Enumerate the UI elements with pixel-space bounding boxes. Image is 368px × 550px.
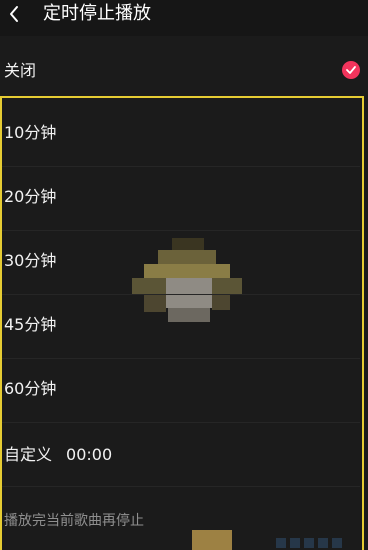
back-button[interactable] [0, 0, 28, 28]
page-title: 定时停止播放 [43, 3, 151, 24]
timer-option-10[interactable]: 10分钟 [2, 102, 360, 167]
stop-after-song-option[interactable]: 播放完当前歌曲再停止 [4, 511, 144, 531]
watermark [276, 536, 356, 550]
timer-option-custom[interactable]: 自定义 00:00 [2, 422, 360, 487]
timer-option-label: 60分钟 [4, 379, 57, 398]
custom-time-value: 00:00 [66, 445, 113, 464]
timer-stop-screen: 定时停止播放 关闭 10分钟 20分钟 30分钟 45分钟 60分钟 自定义 0… [0, 0, 368, 550]
timer-option-label: 10分钟 [4, 123, 57, 142]
timer-option-label: 30分钟 [4, 251, 57, 270]
check-circle-icon [342, 61, 360, 79]
timer-option-20[interactable]: 20分钟 [2, 166, 360, 231]
timer-option-30[interactable]: 30分钟 [2, 230, 360, 295]
timer-option-label: 20分钟 [4, 187, 57, 206]
timer-option-45[interactable]: 45分钟 [2, 294, 360, 359]
header-bar: 定时停止播放 [0, 0, 368, 36]
chevron-left-icon [10, 6, 18, 22]
close-option-label: 关闭 [4, 61, 37, 80]
custom-label: 自定义 [4, 445, 53, 464]
custom-option-label: 自定义 00:00 [4, 444, 112, 466]
pixelated-image-fragment [192, 530, 232, 550]
close-option[interactable]: 关闭 [0, 52, 368, 88]
timer-option-60[interactable]: 60分钟 [2, 358, 360, 423]
timer-option-label: 45分钟 [4, 315, 57, 334]
watermark-logo [276, 538, 342, 548]
